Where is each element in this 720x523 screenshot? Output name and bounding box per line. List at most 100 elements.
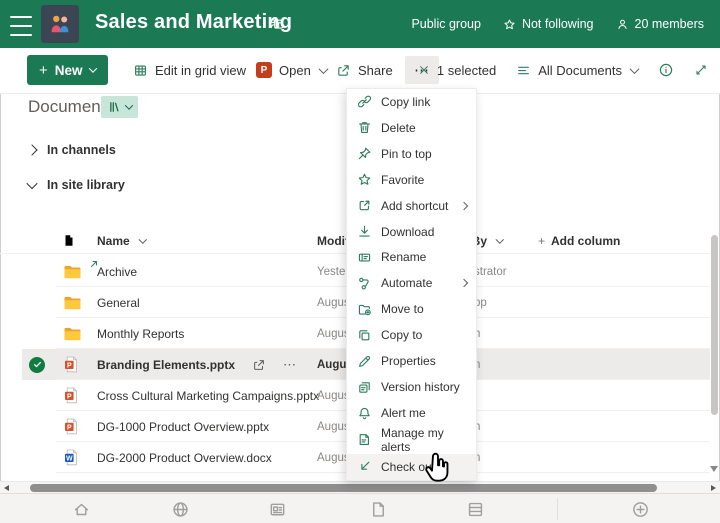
chevron-down-icon xyxy=(125,101,133,109)
scroll-right-arrow[interactable] xyxy=(711,485,716,491)
scroll-down-arrow[interactable] xyxy=(710,466,718,472)
file-name[interactable]: Monthly Reports xyxy=(97,318,184,349)
context-menu: Copy link Delete Pin to top Favorite Add sho… xyxy=(346,88,477,481)
menu-item-label: Delete xyxy=(381,121,416,135)
star-icon xyxy=(503,18,516,31)
pin-icon xyxy=(357,146,372,161)
svg-text:P: P xyxy=(67,424,72,431)
menu-item-move-to[interactable]: Move to xyxy=(347,296,476,322)
chevron-down-icon xyxy=(496,235,504,243)
word-file-icon: W xyxy=(63,449,79,466)
modified-by-value: strator xyxy=(474,256,507,287)
file-type-icon: W xyxy=(63,442,79,473)
folder-icon xyxy=(63,264,82,280)
file-type-icon xyxy=(63,318,82,349)
file-name[interactable]: DG-1000 Product Overview.pptx xyxy=(97,411,269,442)
news-icon[interactable] xyxy=(267,499,287,519)
shortcut-icon xyxy=(357,198,372,213)
sharepoint-library-window: Sales and Marketing Public group Not fol… xyxy=(0,0,720,523)
chevron-down-icon xyxy=(88,64,96,72)
fullscreen-button[interactable] xyxy=(694,48,708,92)
chevron-right-icon xyxy=(460,201,468,209)
close-icon xyxy=(418,64,430,76)
file-name[interactable]: Archive xyxy=(97,256,137,287)
svg-text:W: W xyxy=(66,455,73,462)
vertical-scrollbar-thumb[interactable] xyxy=(711,235,718,415)
menu-item-label: Version history xyxy=(381,380,460,394)
automate-icon xyxy=(357,276,372,291)
view-selector[interactable]: All Documents xyxy=(516,48,638,92)
menu-item-favorite[interactable]: Favorite xyxy=(347,167,476,193)
copy-icon xyxy=(357,328,372,343)
menu-item-label: Add shortcut xyxy=(381,199,448,213)
details-button[interactable] xyxy=(658,48,674,92)
menu-item-version-history[interactable]: Version history xyxy=(347,374,476,400)
file-type-icon: P xyxy=(63,380,79,411)
menu-item-delete[interactable]: Delete xyxy=(347,115,476,141)
menu-item-label: Favorite xyxy=(381,173,424,187)
selected-check-icon[interactable] xyxy=(29,349,45,380)
file-name[interactable]: DG-2000 Product Overview.docx xyxy=(97,442,272,473)
menu-item-alert-me[interactable]: Alert me xyxy=(347,400,476,426)
menu-item-check-out[interactable]: Check out xyxy=(347,454,476,480)
add-icon[interactable] xyxy=(630,499,650,519)
public-group-label: Public group xyxy=(411,17,481,31)
list-icon[interactable] xyxy=(465,499,485,519)
menu-item-label: Alert me xyxy=(381,406,426,420)
open-button[interactable]: P Open xyxy=(256,48,327,92)
menu-item-add-shortcut[interactable]: Add shortcut xyxy=(347,193,476,219)
file-type-icon xyxy=(63,287,82,318)
menu-item-manage-my-alerts[interactable]: Manage my alerts xyxy=(347,426,476,454)
grid-icon xyxy=(133,63,148,78)
library-view-chip[interactable] xyxy=(101,96,138,118)
menu-item-label: Check out xyxy=(381,460,435,474)
expand-icon xyxy=(694,63,708,77)
menu-item-label: Automate xyxy=(381,276,432,290)
plus-icon: + xyxy=(538,234,545,248)
menu-item-label: Copy link xyxy=(381,95,430,109)
download-icon xyxy=(357,224,372,239)
home-icon[interactable] xyxy=(71,499,91,519)
chevron-down-icon xyxy=(26,178,37,189)
globe-icon[interactable] xyxy=(170,499,190,519)
horizontal-scrollbar-thumb[interactable] xyxy=(30,484,657,492)
menu-item-copy-to[interactable]: Copy to xyxy=(347,322,476,348)
file-type-column-icon[interactable] xyxy=(62,225,76,256)
file-name[interactable]: Cross Cultural Marketing Campaigns.pptx xyxy=(97,380,319,411)
divider xyxy=(557,498,558,520)
menu-item-properties[interactable]: Properties xyxy=(347,348,476,374)
file-type-icon xyxy=(63,256,82,287)
share-button[interactable]: Share xyxy=(336,48,393,92)
menu-item-download[interactable]: Download xyxy=(347,219,476,245)
pencil-icon xyxy=(357,354,372,369)
page-icon[interactable] xyxy=(368,499,388,519)
share-icon[interactable] xyxy=(252,349,266,380)
plus-icon: + xyxy=(39,62,48,79)
not-following-button[interactable]: Not following xyxy=(503,17,594,31)
menu-item-label: Download xyxy=(381,225,434,239)
svg-text:P: P xyxy=(67,393,72,400)
clear-selection-button[interactable]: 1 selected xyxy=(418,48,496,92)
new-button[interactable]: + New xyxy=(27,55,108,85)
site-logo[interactable] xyxy=(41,5,79,43)
chevron-right-icon xyxy=(460,279,468,287)
members-button[interactable]: 20 members xyxy=(616,17,704,31)
powerpoint-app-icon: P xyxy=(256,62,272,78)
file-name[interactable]: General xyxy=(97,287,140,318)
row-more-button[interactable]: ⋯ xyxy=(283,349,297,380)
menu-item-copy-link[interactable]: Copy link xyxy=(347,89,476,115)
menu-item-pin-to-top[interactable]: Pin to top xyxy=(347,141,476,167)
hamburger-menu-icon[interactable] xyxy=(10,14,32,38)
name-column-header[interactable]: Name xyxy=(97,225,145,256)
tree-item-in-site-library[interactable]: In site library xyxy=(28,178,125,192)
add-column-button[interactable]: + Add column xyxy=(538,225,620,256)
menu-item-rename[interactable]: Rename xyxy=(347,245,476,271)
menu-item-label: Move to xyxy=(381,302,424,316)
tree-item-in-channels[interactable]: In channels xyxy=(28,143,116,157)
edit-grid-view-button[interactable]: Edit in grid view xyxy=(133,48,246,92)
powerpoint-file-icon: P xyxy=(63,418,79,435)
file-name[interactable]: Branding Elements.pptx xyxy=(97,349,235,380)
manage-alerts-icon xyxy=(357,432,372,447)
menu-item-automate[interactable]: Automate xyxy=(347,270,476,296)
scroll-left-arrow[interactable] xyxy=(4,485,9,491)
